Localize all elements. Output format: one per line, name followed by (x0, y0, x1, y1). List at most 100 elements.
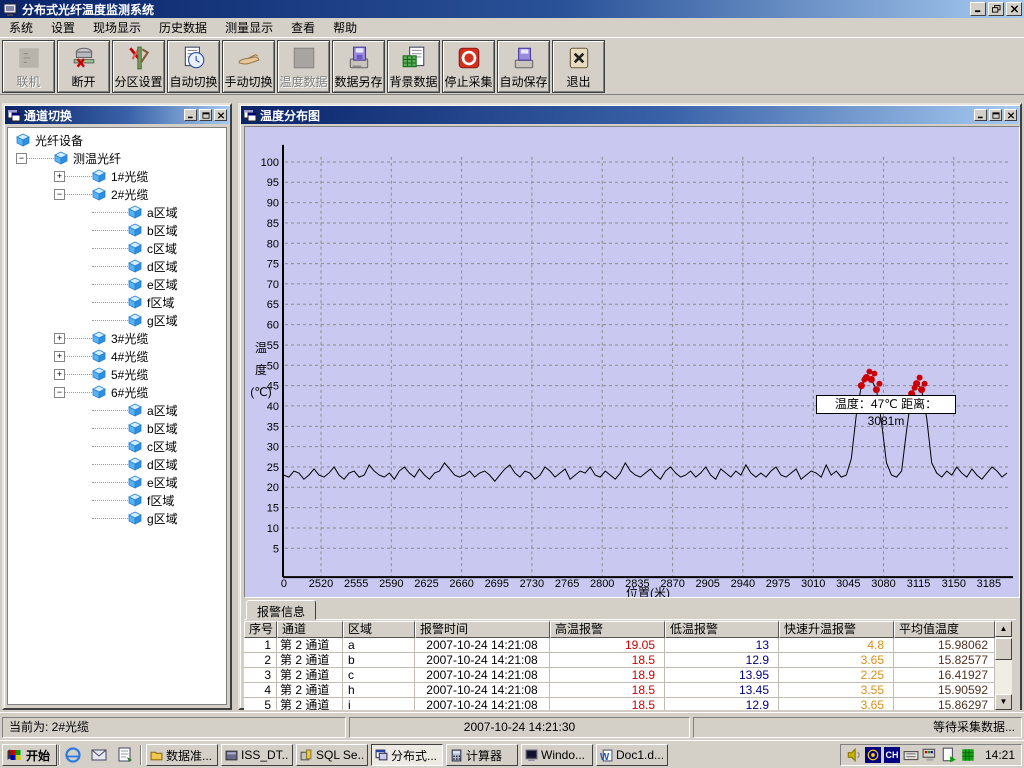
alarm-cell: 2007-10-24 14:21:08 (415, 683, 550, 698)
toolbar-button-manual-switch[interactable]: 手动切换 (222, 40, 275, 93)
tree-item[interactable]: +1#光缆 (8, 167, 226, 185)
alarm-row[interactable]: 3第 2 通道c2007-10-24 14:21:0818.913.952.25… (244, 668, 995, 683)
tree-item[interactable]: +5#光缆 (8, 365, 226, 383)
task-button-5[interactable]: 计算器 (446, 744, 518, 766)
tree-item[interactable]: c区域 (8, 437, 226, 455)
radio-icon[interactable] (865, 747, 881, 763)
toolbar-button-save-data-as[interactable]: 数据另存 (332, 40, 385, 93)
tree-item[interactable]: g区域 (8, 311, 226, 329)
desktop-icon[interactable] (116, 746, 134, 764)
collapse-icon[interactable]: − (16, 153, 27, 164)
network-icon[interactable] (960, 747, 976, 763)
column-header-2[interactable]: 通道 (277, 621, 343, 638)
task-button-6[interactable]: Windo... (521, 744, 593, 766)
outlook-icon[interactable] (90, 746, 108, 764)
toolbar-button-auto-save[interactable]: 自动保存 (497, 40, 550, 93)
tree-item[interactable]: f区域 (8, 491, 226, 509)
task-button-7[interactable]: WDoc1.d... (596, 744, 668, 766)
collapse-icon[interactable]: − (54, 189, 65, 200)
toolbar-button-auto-switch[interactable]: 自动切换 (167, 40, 220, 93)
expand-icon[interactable]: + (54, 171, 65, 182)
tree-item[interactable]: a区域 (8, 203, 226, 221)
tree-item[interactable]: −2#光缆 (8, 185, 226, 203)
display-icon[interactable] (922, 747, 938, 763)
close-button[interactable] (1006, 2, 1022, 16)
keyboard-icon[interactable] (903, 747, 919, 763)
menu-item-7[interactable]: 帮助 (324, 19, 366, 37)
tree-item[interactable]: +4#光缆 (8, 347, 226, 365)
node-cube-icon (92, 169, 106, 183)
scroll-down-button[interactable]: ▼ (995, 694, 1012, 710)
tree-item[interactable]: b区域 (8, 221, 226, 239)
toolbar-button-stop-collect[interactable]: 停止采集 (442, 40, 495, 93)
svg-text:0: 0 (281, 578, 287, 590)
node-cube-icon (128, 223, 142, 237)
tree-item[interactable]: −测温光纤 (8, 149, 226, 167)
ie-icon[interactable] (64, 746, 82, 764)
toolbar-button-partition-settings[interactable]: 分区设置 (112, 40, 165, 93)
tree-item[interactable]: e区域 (8, 275, 226, 293)
tree-item[interactable]: d区域 (8, 455, 226, 473)
toolbar-button-exit[interactable]: 退出 (552, 40, 605, 93)
close-button[interactable] (1004, 109, 1017, 121)
minimize-button[interactable] (974, 109, 987, 121)
expand-icon[interactable]: + (54, 369, 65, 380)
column-header-5[interactable]: 高温报警 (550, 621, 665, 638)
alarm-row[interactable]: 2第 2 通道b2007-10-24 14:21:0818.512.93.651… (244, 653, 995, 668)
tree-item[interactable]: 光纤设备 (8, 131, 226, 149)
maximize-button[interactable] (199, 109, 212, 121)
column-header-3[interactable]: 区域 (343, 621, 415, 638)
menu-item-5[interactable]: 测量显示 (216, 19, 282, 37)
task-button-label: 数据准... (166, 747, 212, 764)
alarm-table-scrollbar[interactable]: ▲ ▼ (995, 621, 1012, 710)
svg-text:30: 30 (267, 442, 279, 454)
maximize-button[interactable] (989, 109, 1002, 121)
task-button-3[interactable]: SQL Se... (296, 744, 368, 766)
scroll-thumb[interactable] (995, 638, 1012, 660)
minimize-button[interactable] (184, 109, 197, 121)
task-icon[interactable] (941, 747, 957, 763)
expand-icon[interactable]: + (54, 351, 65, 362)
column-header-4[interactable]: 报警时间 (415, 621, 550, 638)
alarm-row[interactable]: 5第 2 通道i2007-10-24 14:21:0818.512.93.651… (244, 698, 995, 710)
menu-item-4[interactable]: 历史数据 (150, 19, 216, 37)
tree-item[interactable]: b区域 (8, 419, 226, 437)
alarm-row[interactable]: 4第 2 通道h2007-10-24 14:21:0818.513.453.55… (244, 683, 995, 698)
start-button[interactable]: 开始 (2, 744, 57, 766)
close-button[interactable] (214, 109, 227, 121)
column-header-6[interactable]: 低温报警 (665, 621, 779, 638)
speaker-icon[interactable] (846, 747, 862, 763)
tree-item[interactable]: −6#光缆 (8, 383, 226, 401)
tree-item[interactable]: d区域 (8, 257, 226, 275)
tree-item[interactable]: f区域 (8, 293, 226, 311)
collapse-icon[interactable]: − (54, 387, 65, 398)
menu-item-3[interactable]: 现场显示 (84, 19, 150, 37)
restore-button[interactable] (988, 2, 1004, 16)
column-header-7[interactable]: 快速升温报警 (779, 621, 894, 638)
task-button-1[interactable]: 数据准... (146, 744, 218, 766)
tree-item[interactable]: +3#光缆 (8, 329, 226, 347)
menu-item-1[interactable]: 系统 (0, 19, 42, 37)
tree-item[interactable]: e区域 (8, 473, 226, 491)
scroll-up-button[interactable]: ▲ (995, 621, 1012, 637)
expand-icon[interactable]: + (54, 333, 65, 344)
ime-ch-icon[interactable]: CH (884, 747, 900, 763)
minimize-button[interactable] (970, 2, 986, 16)
task-button-4[interactable]: 分布式... (371, 744, 443, 766)
tab-alarm-info[interactable]: 报警信息 (246, 600, 316, 620)
menu-item-2[interactable]: 设置 (42, 19, 84, 37)
tree-item[interactable]: c区域 (8, 239, 226, 257)
column-header-1[interactable]: 序号 (244, 621, 277, 638)
calculator-icon (450, 749, 463, 762)
toolbar-button-disconnect[interactable]: 断开 (57, 40, 110, 93)
node-cube-icon (128, 259, 142, 273)
alarm-row[interactable]: 1第 2 通道a2007-10-24 14:21:0819.05134.815.… (244, 638, 995, 653)
task-button-2[interactable]: ISS_DT... (221, 744, 293, 766)
alarm-cell: 3.65 (779, 653, 894, 668)
column-header-8[interactable]: 平均值温度 (894, 621, 995, 638)
tree-item[interactable]: g区域 (8, 509, 226, 527)
menu-item-6[interactable]: 查看 (282, 19, 324, 37)
toolbar-button-background-data[interactable]: 背景数据 (387, 40, 440, 93)
tree-item[interactable]: a区域 (8, 401, 226, 419)
system-tray: CH 14:21 (840, 744, 1022, 766)
